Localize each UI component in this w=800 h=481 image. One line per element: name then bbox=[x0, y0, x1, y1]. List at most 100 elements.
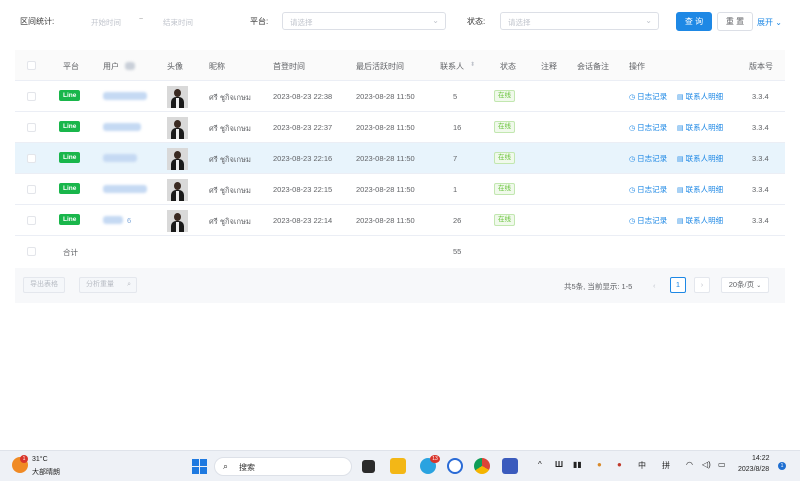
date-range-picker[interactable]: 开始时间 ~ 结束时间 bbox=[60, 12, 230, 30]
remote-desktop-icon[interactable] bbox=[502, 458, 518, 474]
expand-link[interactable]: 展开 ⌄ bbox=[757, 17, 782, 28]
weather-desc[interactable]: 大部晴朗 bbox=[32, 467, 60, 477]
contact-detail-link[interactable]: ▤ 联系人明细 bbox=[677, 122, 723, 133]
next-page-button[interactable]: › bbox=[694, 277, 710, 293]
col-user: 用户 bbox=[103, 62, 119, 71]
log-record-link[interactable]: ◷ 日志记录 bbox=[629, 122, 667, 133]
nickname: ศรี ชูกิจเกษม bbox=[209, 186, 251, 195]
pagination-summary: 共5条, 当前显示: 1-5 bbox=[564, 282, 633, 291]
data-table: 平台 用户 头像 昵称 首登时间 最后活跃时间 联系人 ⬍ 状态 注释 会话备注… bbox=[15, 50, 785, 267]
version: 3.3.4 bbox=[752, 185, 769, 194]
reset-button[interactable]: 重 置 bbox=[717, 12, 753, 31]
contact-detail-link[interactable]: ▤ 联系人明细 bbox=[677, 215, 723, 226]
export-button[interactable]: 导出表格 bbox=[23, 277, 65, 293]
tray-security-icon[interactable]: ● bbox=[617, 460, 622, 469]
row-checkbox[interactable] bbox=[27, 123, 36, 132]
last-active-time: 2023-08-28 11:50 bbox=[356, 154, 415, 163]
search-text: 搜索 bbox=[239, 463, 255, 472]
table-header: 平台 用户 头像 昵称 首登时间 最后活跃时间 联系人 ⬍ 状态 注释 会话备注… bbox=[15, 50, 785, 81]
start-date-input[interactable]: 开始时间 bbox=[91, 17, 121, 28]
table-row[interactable]: Line ศรี ชูกิจเกษม 2023-08-23 22:16 2023… bbox=[15, 143, 785, 174]
page-size-select[interactable]: 20条/页 ⌄ bbox=[721, 277, 769, 293]
status-label: 状态: bbox=[467, 17, 486, 26]
battery-icon[interactable]: ▭ bbox=[718, 460, 726, 469]
app-window: 区间统计: 开始时间 ~ 结束时间 平台: 请选择 ⌄ 状态: 请选择 ⌄ 查 … bbox=[0, 0, 800, 450]
contact-detail-link[interactable]: ▤ 联系人明细 bbox=[677, 153, 723, 164]
contact-detail-link[interactable]: ▤ 联系人明细 bbox=[677, 184, 723, 195]
weather-temp[interactable]: 31°C bbox=[32, 456, 48, 463]
status-badge: 在线 bbox=[494, 90, 515, 102]
notification-badge[interactable]: 1 bbox=[778, 462, 786, 470]
row-checkbox[interactable] bbox=[27, 216, 36, 225]
weather-badge: 1 bbox=[20, 455, 28, 463]
nickname: ศรี ชูกิจเกษม bbox=[209, 93, 251, 102]
log-record-label: 日志记录 bbox=[637, 216, 668, 225]
avatar bbox=[167, 179, 188, 201]
row-checkbox[interactable] bbox=[27, 247, 36, 256]
col-session-note: 会话备注 bbox=[577, 62, 609, 71]
windows-start-icon[interactable] bbox=[192, 459, 207, 474]
expand-label: 展开 bbox=[757, 18, 773, 27]
last-active-time: 2023-08-28 11:50 bbox=[356, 92, 415, 101]
table-row[interactable]: Line ศรี ชูกิจเกษม 2023-08-23 22:37 2023… bbox=[15, 112, 785, 143]
platform-select[interactable]: 请选择 ⌄ bbox=[282, 12, 446, 30]
col-status: 状态 bbox=[500, 62, 516, 71]
platform-tag: Line bbox=[59, 121, 81, 132]
chrome-icon[interactable] bbox=[474, 458, 490, 474]
first-login-time: 2023-08-23 22:15 bbox=[273, 185, 333, 194]
contact-detail-label: 联系人明细 bbox=[685, 92, 724, 101]
log-record-label: 日志记录 bbox=[637, 185, 668, 194]
col-contacts[interactable]: 联系人 bbox=[440, 61, 464, 72]
status-select[interactable]: 请选择 ⌄ bbox=[500, 12, 659, 30]
ime-lang[interactable]: 中 bbox=[638, 460, 646, 471]
platform-tag: Line bbox=[59, 90, 81, 101]
col-note: 注释 bbox=[541, 62, 557, 71]
version: 3.3.4 bbox=[752, 123, 769, 132]
row-checkbox[interactable] bbox=[27, 92, 36, 101]
range-label: 区间统计: bbox=[20, 17, 55, 26]
sort-icon[interactable]: ⬍ bbox=[470, 61, 475, 68]
page-1-button[interactable]: 1 bbox=[670, 277, 686, 293]
log-record-link[interactable]: ◷ 日志记录 bbox=[629, 153, 667, 164]
end-date-input[interactable]: 结束时间 bbox=[163, 17, 193, 28]
tray-app-icon[interactable]: Ш bbox=[555, 460, 563, 469]
search-icon: ⌕ bbox=[127, 281, 131, 288]
chevron-down-icon: ⌄ bbox=[645, 16, 652, 25]
ime-mode[interactable]: 拼 bbox=[662, 460, 670, 471]
document-icon: ▤ bbox=[677, 125, 684, 132]
platform-placeholder: 请选择 bbox=[290, 18, 313, 27]
clock-date[interactable]: 2023/8/28 bbox=[738, 466, 769, 473]
first-login-time: 2023-08-23 22:14 bbox=[273, 216, 333, 225]
platform-label: 平台: bbox=[250, 17, 269, 26]
tray-overflow-icon[interactable]: ^ bbox=[538, 460, 542, 469]
tray-chart-icon[interactable]: ▮▮ bbox=[573, 460, 582, 469]
search-button[interactable]: 查 询 bbox=[676, 12, 712, 31]
clock-time[interactable]: 14:22 bbox=[752, 455, 770, 462]
wifi-icon[interactable]: ◠ bbox=[686, 460, 693, 469]
taskbar-search[interactable]: ⌕ 搜索 bbox=[214, 457, 352, 476]
log-record-link[interactable]: ◷ 日志记录 bbox=[629, 91, 667, 102]
version: 3.3.4 bbox=[752, 154, 769, 163]
log-record-link[interactable]: ◷ 日志记录 bbox=[629, 184, 667, 195]
chevron-down-icon: ⌄ bbox=[432, 16, 439, 25]
file-explorer-icon[interactable] bbox=[390, 458, 406, 474]
contacts-count: 7 bbox=[453, 154, 458, 163]
table-row[interactable]: Line ศรี ชูกิจเกษม 2023-08-23 22:38 2023… bbox=[15, 81, 785, 112]
analyze-button[interactable]: 分析重量 ⌕ bbox=[79, 277, 137, 293]
document-icon: ▤ bbox=[677, 94, 684, 101]
table-row[interactable]: Line 6 ศรี ชูกิจเกษม 2023-08-23 22:14 20… bbox=[15, 205, 785, 236]
browser-q-icon[interactable] bbox=[447, 458, 463, 474]
contact-detail-link[interactable]: ▤ 联系人明细 bbox=[677, 91, 723, 102]
task-view-icon[interactable] bbox=[362, 460, 375, 473]
select-all-checkbox[interactable] bbox=[27, 61, 36, 70]
table-row[interactable]: Line ศรี ชูกิจเกษม 2023-08-23 22:15 2023… bbox=[15, 174, 785, 205]
platform-tag: Line bbox=[59, 214, 81, 225]
volume-icon[interactable]: ◁) bbox=[702, 460, 711, 469]
prev-page-button[interactable]: ‹ bbox=[653, 281, 656, 290]
row-checkbox[interactable] bbox=[27, 154, 36, 163]
row-checkbox[interactable] bbox=[27, 185, 36, 194]
search-icon: ⌕ bbox=[223, 461, 229, 471]
contacts-count: 1 bbox=[453, 185, 458, 194]
tray-qq-icon[interactable]: ● bbox=[597, 460, 602, 469]
log-record-link[interactable]: ◷ 日志记录 bbox=[629, 215, 667, 226]
